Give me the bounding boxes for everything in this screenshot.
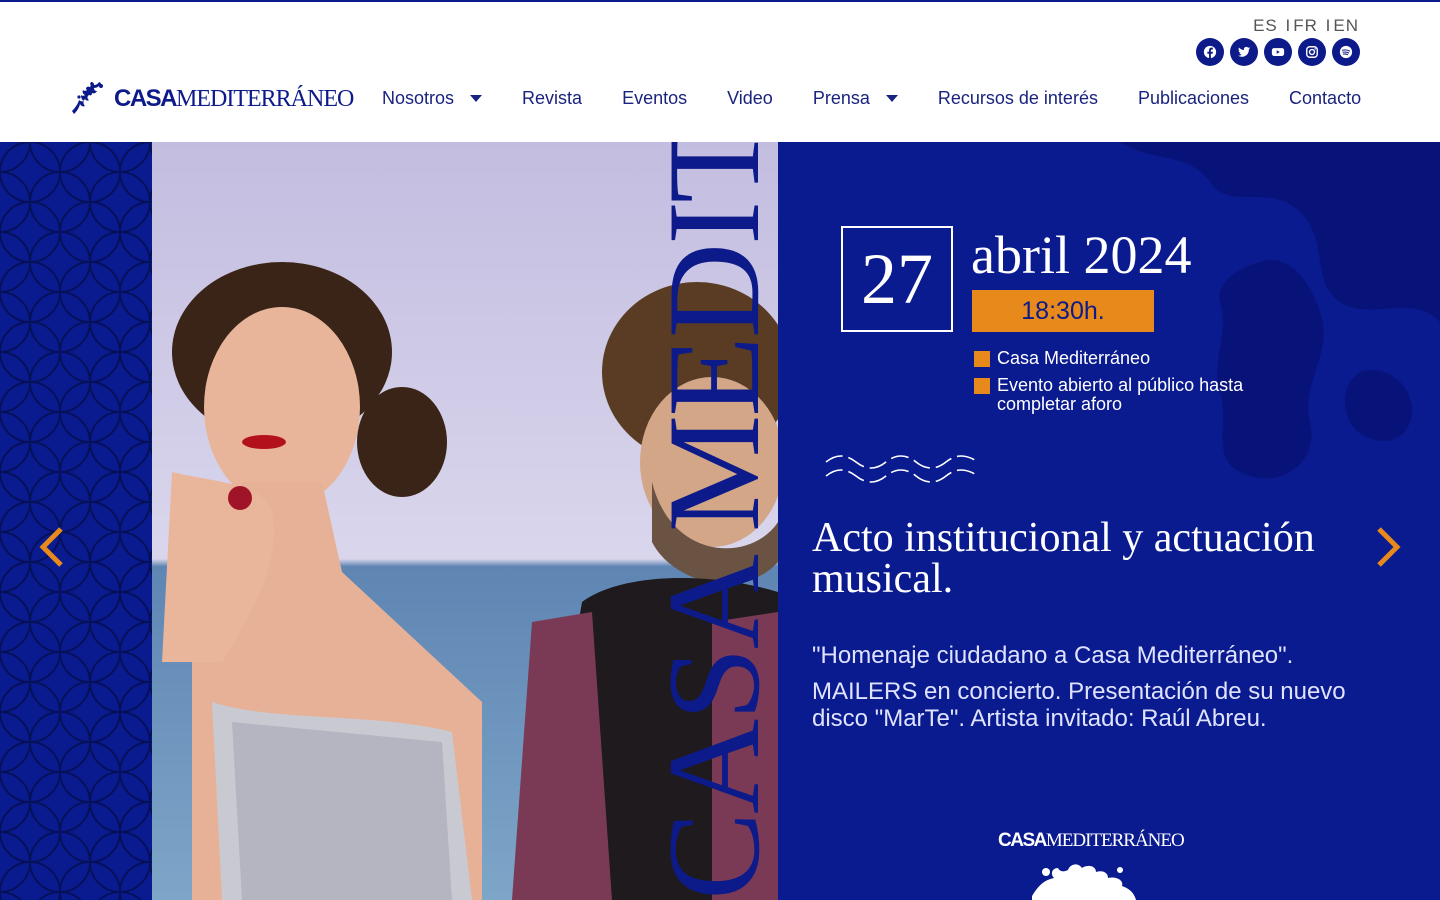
- youtube-icon[interactable]: [1264, 38, 1292, 66]
- slide-footer-logo: CASAMEDITERRÁNEO: [998, 830, 1185, 851]
- lang-es-link[interactable]: ES: [1253, 16, 1278, 35]
- social-links: [1196, 38, 1360, 66]
- event-description-1: "Homenaje ciudadano a Casa Mediterráneo"…: [812, 642, 1294, 669]
- site-logo[interactable]: CASAMEDITERRÁNEO: [70, 80, 354, 118]
- spotify-icon[interactable]: [1332, 38, 1360, 66]
- lang-en-link[interactable]: EN: [1333, 16, 1359, 35]
- lang-fr-link[interactable]: FR: [1293, 16, 1318, 35]
- chevron-left-icon: [39, 527, 63, 567]
- waves-icon: [825, 455, 979, 483]
- lang-separator: I: [1285, 16, 1292, 35]
- event-location: Casa Mediterráneo: [974, 349, 1294, 368]
- nav-item-nosotros[interactable]: Nosotros: [382, 88, 483, 109]
- event-month-year: abril 2024: [971, 225, 1192, 285]
- bullet-square-icon: [974, 378, 990, 394]
- slider-prev-button[interactable]: [34, 522, 70, 572]
- instagram-icon[interactable]: [1298, 38, 1326, 66]
- vertical-brand-title: CASA MEDITERRÁNEO: [640, 142, 787, 900]
- event-description-2: MAILERS en concierto. Presentación de su…: [812, 678, 1346, 732]
- coral-logo-icon: [1032, 864, 1136, 900]
- caret-down-icon: [885, 95, 898, 102]
- nav-item-video[interactable]: Video: [727, 88, 773, 109]
- nav-item-recursos[interactable]: Recursos de interés: [938, 88, 1098, 109]
- slider-next-button[interactable]: [1370, 522, 1406, 572]
- caret-down-icon: [470, 95, 483, 102]
- event-access: Evento abierto al público hasta completa…: [974, 376, 1294, 414]
- nav-item-eventos[interactable]: Eventos: [622, 88, 687, 109]
- site-header: ES I FR I EN CASAMEDITERRÁNEO Nosotros Rev…: [0, 2, 1440, 142]
- nav-item-revista[interactable]: Revista: [522, 88, 582, 109]
- nav-item-publicaciones[interactable]: Publicaciones: [1138, 88, 1249, 109]
- logo-wordmark: CASAMEDITERRÁNEO: [114, 85, 354, 112]
- event-time-badge: 18:30h.: [972, 290, 1154, 332]
- main-nav: Nosotros Revista Eventos Video Prensa Re…: [382, 88, 1361, 109]
- lang-separator: I: [1325, 16, 1332, 35]
- language-switcher: ES I FR I EN: [1252, 16, 1360, 36]
- circle-pattern-decoration: [0, 142, 152, 900]
- event-day: 27: [841, 226, 953, 332]
- event-headline: Acto institucional y actuación musical.: [812, 515, 1315, 602]
- facebook-icon[interactable]: [1196, 38, 1224, 66]
- event-slider: CASA MEDITERRÁNEO 27 abril 2024 18:30h. …: [0, 142, 1440, 900]
- twitter-icon[interactable]: [1230, 38, 1258, 66]
- nav-item-contacto[interactable]: Contacto: [1289, 88, 1361, 109]
- coral-logo-icon: [72, 82, 103, 114]
- bullet-square-icon: [974, 351, 990, 367]
- chevron-right-icon: [1377, 527, 1401, 567]
- nav-item-prensa[interactable]: Prensa: [813, 88, 898, 109]
